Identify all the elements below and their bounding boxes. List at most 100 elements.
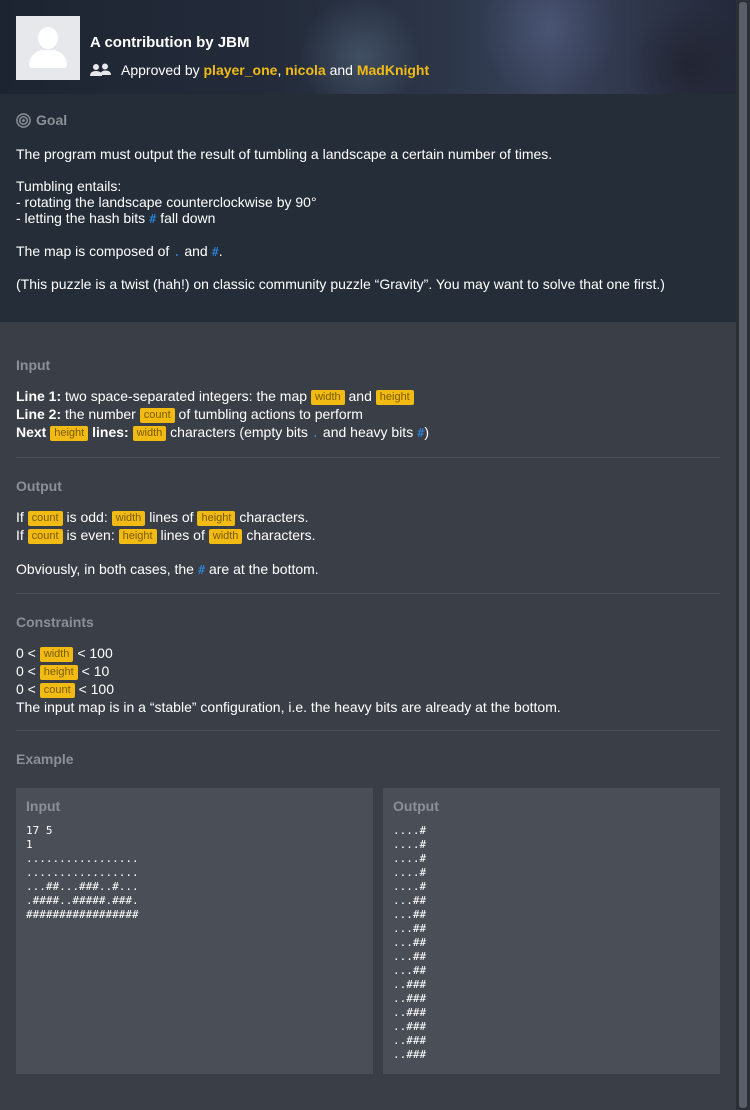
input-line-2-text: the number [65, 406, 136, 422]
var-height: height [50, 426, 89, 441]
input-line-3-label: Next [16, 424, 47, 440]
scrollbar-thumb[interactable] [739, 2, 747, 1108]
output-line-3-end: are at the bottom. [208, 561, 319, 577]
var-width: width [132, 426, 167, 441]
approver-link[interactable]: nicola [285, 62, 325, 78]
input-line-3-text: characters (empty bits [170, 424, 308, 440]
tumbling-step-2-text: - letting the hash bits [16, 210, 146, 226]
map-composition-end: . [218, 243, 223, 259]
approved-by-line: Approved by player_one, nicola and MadKn… [90, 62, 429, 78]
var-width: width [39, 647, 74, 662]
example-output-box: Output ....# ....# ....# ....# ....# ...… [383, 788, 720, 1074]
dot-symbol: . [173, 245, 181, 259]
input-line-3-end: ) [424, 424, 429, 440]
var-height: height [118, 529, 157, 544]
output-line-1-if: If [16, 509, 24, 525]
constraint-lower: 0 < [16, 663, 36, 679]
var-count: count [27, 511, 63, 526]
constraint-count: 0 < count < 100 [16, 680, 114, 698]
output-line-2-end: characters. [246, 527, 316, 543]
output-line-2-lines: lines of [160, 527, 205, 543]
var-width: width [310, 390, 345, 405]
constraint-lower: 0 < [16, 645, 36, 661]
header-background-art [266, 0, 736, 94]
constraints-heading: Constraints [16, 614, 94, 630]
output-line-1-lines: lines of [149, 509, 194, 525]
hash-symbol: # [149, 212, 157, 226]
dot-symbol: . [311, 426, 320, 440]
input-line-1-text: two space-separated integers: the map [65, 388, 308, 404]
approver-link[interactable]: player_one [204, 62, 278, 78]
input-line-3: Next height lines: width characters (emp… [16, 423, 429, 442]
input-line-2-label: Line 2: [16, 406, 62, 422]
output-line-3-text: Obviously, in both cases, the [16, 561, 194, 577]
goal-label: Goal [36, 112, 68, 128]
constraint-upper: < 100 [78, 681, 114, 697]
users-icon [90, 63, 112, 77]
input-line-1-and: and [348, 388, 372, 404]
input-line-3-label-2: lines: [92, 424, 129, 440]
avatar-body [29, 50, 67, 68]
example-input-title: Input [26, 798, 61, 814]
var-count: count [139, 408, 175, 423]
input-heading: Input [16, 357, 51, 373]
input-line-3-text-2: and heavy bits [322, 424, 414, 440]
constraint-upper: < 10 [81, 663, 110, 679]
output-line-1-odd: is odd: [66, 509, 108, 525]
input-line-2: Line 2: the number count of tumbling act… [16, 405, 363, 423]
example-output-text[interactable]: ....# ....# ....# ....# ....# ...## ...#… [393, 824, 426, 1062]
contribution-title: A contribution by JBM [90, 34, 250, 51]
details-section: Input Line 1: two space-separated intege… [0, 322, 736, 1110]
target-icon [16, 112, 31, 128]
example-heading: Example [16, 751, 74, 767]
hash-symbol: # [197, 563, 206, 577]
puzzle-statement-panel: A contribution by JBM Approved by player… [0, 0, 736, 1110]
output-line-2-if: If [16, 527, 24, 543]
goal-heading: Goal [16, 112, 67, 128]
constraint-width: 0 < width < 100 [16, 644, 113, 662]
constraint-lower: 0 < [16, 681, 36, 697]
example-input-box: Input 17 5 1 ................. .........… [16, 788, 373, 1074]
output-line-1: If count is odd: width lines of height c… [16, 508, 309, 526]
goal-section: Goal The program must output the result … [0, 94, 736, 322]
example-input-text[interactable]: 17 5 1 ................. ...............… [26, 824, 139, 922]
example-output-title: Output [393, 798, 439, 814]
section-divider [16, 730, 720, 731]
avatar-head [38, 27, 58, 49]
input-line-1-label: Line 1: [16, 388, 62, 404]
output-line-3: Obviously, in both cases, the # are at t… [16, 560, 319, 579]
tumbling-step-2-end: fall down [160, 210, 216, 226]
constraint-height: 0 < height < 10 [16, 662, 109, 680]
input-line-2-end: of tumbling actions to perform [178, 406, 363, 422]
tumbling-step-1: - rotating the landscape counterclockwis… [16, 194, 317, 210]
scrollbar[interactable] [736, 0, 750, 1110]
output-heading: Output [16, 478, 62, 494]
output-line-1-end: characters. [239, 509, 309, 525]
approved-prefix: Approved by [121, 62, 200, 78]
approver-and: and [329, 62, 353, 78]
output-line-2: If count is even: height lines of width … [16, 526, 316, 544]
input-line-1: Line 1: two space-separated integers: th… [16, 387, 414, 405]
constraint-upper: < 100 [77, 645, 113, 661]
section-divider [16, 593, 720, 594]
output-line-2-even: is even: [66, 527, 115, 543]
var-count: count [39, 683, 75, 698]
tumbling-intro: Tumbling entails: [16, 178, 122, 194]
goal-paragraph: The program must output the result of tu… [16, 146, 553, 162]
tumbling-step-2: - letting the hash bits # fall down [16, 210, 215, 227]
var-height: height [375, 390, 414, 405]
approver-link[interactable]: MadKnight [357, 62, 429, 78]
contribution-header: A contribution by JBM Approved by player… [0, 0, 736, 94]
hash-symbol: # [211, 245, 219, 259]
var-count: count [27, 529, 63, 544]
var-width: width [208, 529, 243, 544]
map-composition-and: and [184, 243, 208, 259]
constraint-stable: The input map is in a “stable” configura… [16, 699, 561, 715]
map-composition: The map is composed of . and #. [16, 243, 223, 260]
var-height: height [39, 665, 78, 680]
gravity-note: (This puzzle is a twist (hah!) on classi… [16, 276, 665, 292]
map-composition-text: The map is composed of [16, 243, 170, 259]
var-height: height [197, 511, 236, 526]
var-width: width [111, 511, 146, 526]
avatar[interactable] [16, 16, 80, 80]
